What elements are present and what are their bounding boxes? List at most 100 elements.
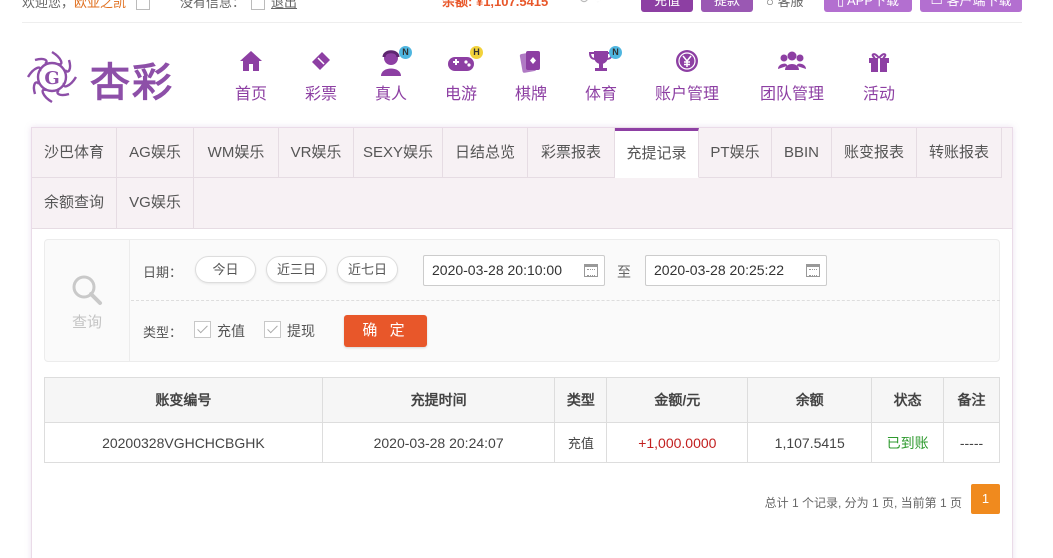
nav-item-lottery[interactable]: 彩票	[302, 48, 340, 104]
ticket-icon	[302, 48, 340, 78]
nav-item-chess[interactable]: 棋牌	[512, 48, 550, 104]
headset-icon: ○	[766, 0, 774, 9]
nav-label-sports: 体育	[584, 86, 617, 103]
yen-icon	[652, 48, 722, 78]
phone-icon: ▯	[836, 0, 845, 8]
date-from-input[interactable]: 2020-03-28 20:10:00	[423, 255, 605, 286]
tab-vr[interactable]: VR娱乐	[279, 128, 354, 178]
tab-saba-sports[interactable]: 沙巴体育	[32, 128, 117, 178]
trophy-icon: N	[588, 46, 622, 78]
site-logo[interactable]: G 杏彩	[22, 46, 182, 108]
pagination-summary: 总计 1 个记录, 分为 1 页, 当前第 1 页	[764, 496, 962, 510]
tab-bbin[interactable]: BBIN	[772, 128, 832, 178]
svg-text:G: G	[44, 68, 59, 89]
table-row: 20200328VGHCHCBGHK 2020-03-28 20:24:07 充…	[44, 422, 1000, 463]
column-header: 金额/元	[606, 377, 749, 423]
calendar-icon[interactable]	[806, 264, 820, 277]
search-panel: 查询 日期： 今日 近三日 近七日 2020-03-28 20:10:00 至 …	[44, 239, 1000, 362]
refresh-icon[interactable]: ↻ ◔	[578, 0, 602, 7]
recharge-checkbox[interactable]	[194, 321, 211, 338]
new-badge: N	[399, 46, 412, 59]
hot-badge: H	[470, 46, 483, 59]
nav-item-home[interactable]: 首页	[232, 48, 270, 104]
monitor-icon: ▭	[930, 0, 943, 8]
logout-link[interactable]: 退出	[271, 0, 297, 10]
dealer-icon: N	[378, 46, 412, 78]
recharge-checkbox-label: 充值	[217, 323, 245, 339]
withdraw-checkbox[interactable]	[264, 321, 281, 338]
customer-service-label: 客服	[777, 0, 804, 9]
nav-label-slots: 电游	[444, 86, 477, 103]
tab-sexy[interactable]: SEXY娱乐	[354, 128, 443, 178]
tab-lottery-report[interactable]: 彩票报表	[528, 128, 615, 178]
query-button[interactable]: 查询	[45, 240, 130, 361]
tab-pt[interactable]: PT娱乐	[699, 128, 772, 178]
column-header: 类型	[554, 377, 608, 423]
app-download-button[interactable]: ▯ APP下载	[824, 0, 912, 12]
nav-item-promotions[interactable]: 活动	[860, 48, 898, 104]
new-badge: N	[609, 46, 622, 59]
nav-label-chess: 棋牌	[514, 86, 547, 103]
page-button-current[interactable]: 1	[971, 484, 1000, 514]
envelope-icon[interactable]	[251, 0, 266, 10]
welcome-text: 欢迎您，欧亚之凯	[22, 0, 156, 11]
cards-icon	[512, 48, 550, 78]
recharge-button[interactable]: 充值	[641, 0, 693, 12]
withdraw-checkbox-label: 提现	[287, 323, 315, 339]
top-bar: 欢迎您，欧亚之凯 没有信息：退出 余额: ¥1,107.5415 ↻ ◔ 充值 …	[0, 0, 1053, 12]
logo-emblem-icon: G	[26, 50, 78, 104]
tab-ag[interactable]: AG娱乐	[117, 128, 194, 178]
nav-item-live[interactable]: N 真人	[372, 46, 412, 104]
to-label: 至	[617, 264, 631, 280]
date-to-input[interactable]: 2020-03-28 20:25:22	[645, 255, 827, 286]
last-3-days-button[interactable]: 近三日	[266, 256, 327, 283]
customer-service-link[interactable]: ○ 客服	[766, 0, 804, 10]
nav-item-sports[interactable]: N 体育	[582, 46, 622, 104]
today-button[interactable]: 今日	[195, 256, 256, 283]
balance-cell: 1,107.5415	[747, 422, 873, 463]
withdraw-button[interactable]: 提款	[701, 0, 753, 12]
amount-cell: +1,000.0000	[606, 422, 749, 463]
message-icon[interactable]	[135, 0, 150, 10]
records-table: 账变编号 充提时间 类型 金额/元 余额 状态 备注 20200328VGHCH…	[44, 377, 1000, 463]
team-icon	[757, 48, 827, 78]
tab-daily-overview[interactable]: 日结总览	[443, 128, 528, 178]
date-from-value: 2020-03-28 20:10:00	[432, 262, 562, 278]
content-card: 沙巴体育 AG娱乐 WM娱乐 VR娱乐 SEXY娱乐 日结总览 彩票报表 充提记…	[31, 127, 1013, 558]
nav-label-promotions: 活动	[862, 86, 895, 103]
table-header-row: 账变编号 充提时间 类型 金额/元 余额 状态 备注	[44, 377, 1000, 423]
client-download-label: 客户端下载	[946, 0, 1012, 8]
nav-label-home: 首页	[234, 86, 267, 103]
nav-label-live: 真人	[374, 86, 407, 103]
tab-transfer-report[interactable]: 转账报表	[917, 128, 1002, 178]
logo-text: 杏彩	[90, 59, 174, 106]
column-header: 账变编号	[44, 377, 323, 423]
nav-item-team[interactable]: 团队管理	[757, 48, 827, 104]
date-to-value: 2020-03-28 20:25:22	[654, 262, 784, 278]
unread-label: 没有信息：	[180, 0, 246, 10]
remark-cell: -----	[943, 422, 1000, 463]
tab-balance-query[interactable]: 余额查询	[32, 178, 117, 228]
nav-label-account: 账户管理	[654, 86, 719, 103]
last-7-days-button[interactable]: 近七日	[337, 256, 398, 283]
tab-vg[interactable]: VG娱乐	[117, 178, 194, 228]
tab-deposit-withdraw-records[interactable]: 充提记录	[615, 128, 699, 178]
username-link[interactable]: 欧亚之凯	[74, 0, 126, 10]
query-label: 查询	[71, 314, 102, 331]
balance-value: ¥1,107.5415	[475, 0, 549, 9]
welcome-label: 欢迎您，	[22, 0, 75, 10]
tab-wm[interactable]: WM娱乐	[194, 128, 279, 178]
transaction-id-cell: 20200328VGHCHCBGHK	[44, 422, 323, 463]
column-header: 充提时间	[321, 377, 556, 423]
app-download-label: APP下载	[847, 0, 900, 8]
nav-item-account[interactable]: 账户管理	[652, 48, 722, 104]
date-label: 日期：	[143, 265, 183, 280]
type-label: 类型：	[143, 325, 183, 340]
home-icon	[232, 48, 270, 78]
nav-item-slots[interactable]: H 电游	[442, 46, 483, 104]
confirm-button[interactable]: 确 定	[344, 315, 427, 347]
column-header: 余额	[747, 377, 873, 423]
client-download-button[interactable]: ▭ 客户端下载	[920, 0, 1022, 12]
calendar-icon[interactable]	[584, 264, 598, 277]
tab-account-change[interactable]: 账变报表	[832, 128, 917, 178]
